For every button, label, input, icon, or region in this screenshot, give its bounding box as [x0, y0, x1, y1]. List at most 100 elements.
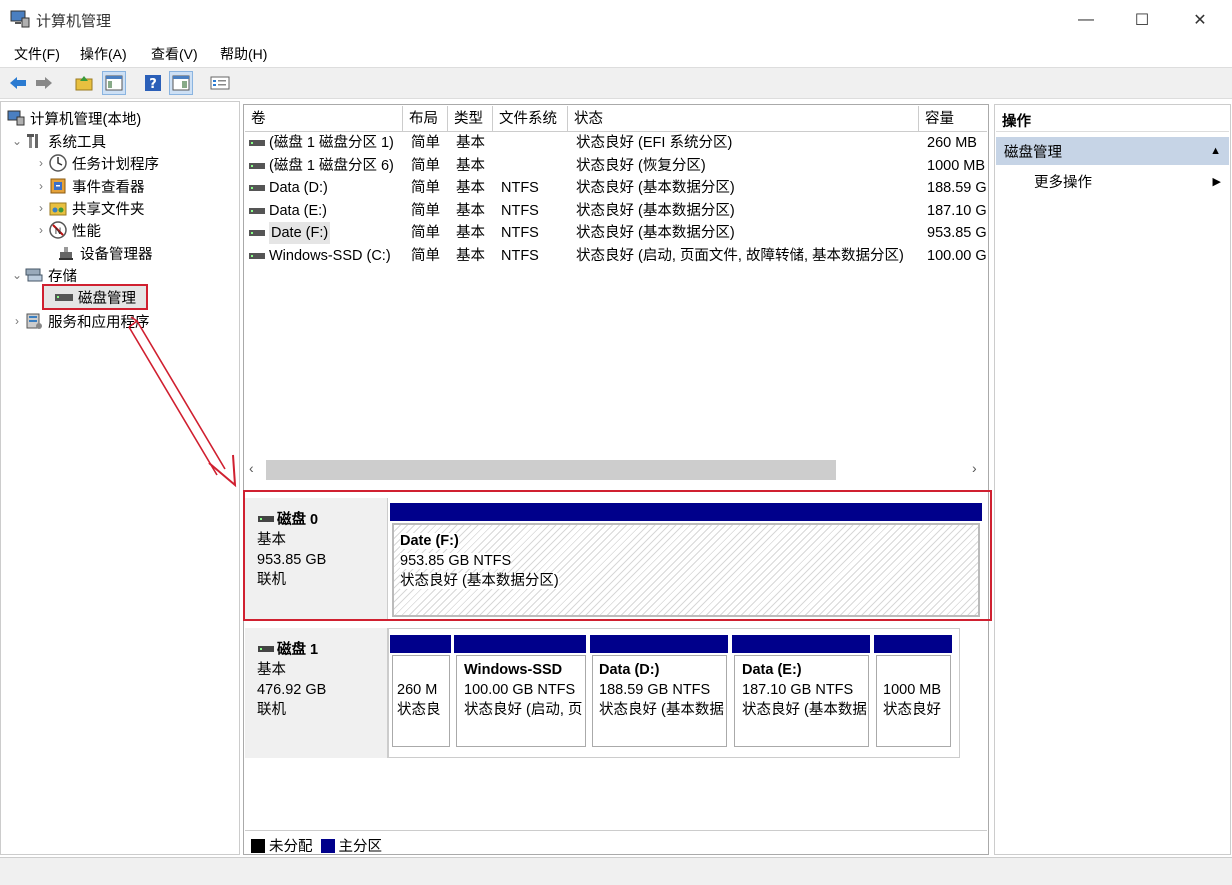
- partition-status: 状态良好 (基本数据: [599, 702, 724, 718]
- volume-row[interactable]: (磁盘 1 磁盘分区 6) 简单 基本 状态良好 (恢复分区) 1000 MB: [245, 155, 987, 178]
- partition-status: 状态良: [397, 702, 441, 718]
- disk-name: 磁盘 1: [277, 642, 319, 658]
- chevron-right-icon[interactable]: ›: [34, 201, 48, 215]
- legend-label-primary: 主分区: [338, 839, 383, 855]
- volume-icon: [249, 200, 269, 222]
- storage-icon: [24, 265, 44, 285]
- minimize-button[interactable]: —: [1058, 0, 1114, 40]
- scroll-right-button[interactable]: ›: [972, 460, 977, 476]
- partition-size: 260 M: [397, 682, 438, 698]
- volume-cell: 状态良好 (基本数据分区): [576, 180, 735, 196]
- chevron-right-icon[interactable]: ›: [34, 179, 48, 193]
- back-button[interactable]: [6, 71, 30, 95]
- volume-row[interactable]: Data (E:) 简单 基本 NTFS 状态良好 (基本数据分区) 187.10 G: [245, 200, 987, 223]
- tree-item-task-scheduler[interactable]: › 任务计划程序: [34, 152, 159, 174]
- partition-recovery[interactable]: 1000 MB 状态良好: [876, 655, 951, 747]
- tree-item-system-tools[interactable]: ⌄ 系统工具: [10, 130, 106, 152]
- tree-label: 性能: [72, 223, 101, 240]
- annotation-arrow: [128, 316, 237, 488]
- show-action-pane-button[interactable]: [169, 71, 193, 95]
- tree-label: 系统工具: [48, 134, 106, 151]
- help-icon: ?: [145, 75, 161, 92]
- column-header-filesystem[interactable]: 文件系统: [493, 106, 568, 132]
- tree-label: 共享文件夹: [72, 201, 145, 218]
- volume-row[interactable]: Data (D:) 简单 基本 NTFS 状态良好 (基本数据分区) 188.59 G: [245, 177, 987, 200]
- partition-size: 187.10 GB NTFS: [742, 682, 854, 698]
- column-header-capacity[interactable]: 容量: [919, 106, 987, 132]
- volume-icon: [249, 155, 269, 177]
- properties-button[interactable]: [208, 71, 232, 95]
- volume-name: Data (D:): [269, 180, 328, 196]
- forward-button[interactable]: [32, 71, 56, 95]
- volume-cell: NTFS: [501, 225, 539, 241]
- arrow-left-icon: [10, 77, 26, 89]
- close-button[interactable]: ✕: [1172, 0, 1228, 40]
- maximize-icon: ☐: [1134, 12, 1150, 29]
- chevron-right-icon[interactable]: ›: [34, 223, 48, 237]
- tree-item-performance[interactable]: › N 性能: [34, 219, 101, 241]
- actions-item-more[interactable]: 更多操作 ▶: [996, 169, 1229, 193]
- chevron-down-icon[interactable]: ⌄: [10, 134, 24, 148]
- column-header-status[interactable]: 状态: [568, 106, 919, 132]
- partition-status: 状态良好 (基本数据: [742, 702, 867, 718]
- column-header-type[interactable]: 类型: [448, 106, 493, 132]
- up-folder-button[interactable]: [72, 71, 96, 95]
- submenu-arrow-icon: ▶: [1212, 175, 1221, 188]
- volume-cell: 基本: [456, 225, 485, 241]
- collapse-icon[interactable]: ▲: [1210, 145, 1221, 157]
- tree-item-device-manager[interactable]: 设备管理器: [48, 242, 153, 264]
- volume-cell: NTFS: [501, 202, 539, 219]
- tree-item-event-viewer[interactable]: › 事件查看器: [34, 175, 145, 197]
- clock-icon: [48, 153, 68, 173]
- help-button[interactable]: ?: [141, 71, 165, 95]
- partition-data-e[interactable]: Data (E:) 187.10 GB NTFS 状态良好 (基本数据: [734, 655, 869, 747]
- partition-data-d[interactable]: Data (D:) 188.59 GB NTFS 状态良好 (基本数据: [592, 655, 727, 747]
- volume-name: (磁盘 1 磁盘分区 1): [269, 135, 394, 151]
- menu-file[interactable]: 文件(F): [14, 44, 60, 64]
- computer-management-icon: [10, 10, 30, 28]
- chevron-down-icon[interactable]: ⌄: [10, 268, 24, 282]
- volume-row[interactable]: (磁盘 1 磁盘分区 1) 简单 基本 状态良好 (EFI 系统分区) 260 MB: [245, 132, 987, 155]
- maximize-button[interactable]: ☐: [1114, 0, 1170, 40]
- arrow-right-icon: [36, 77, 52, 89]
- svg-text:?: ?: [149, 77, 157, 92]
- column-header-layout[interactable]: 布局: [403, 106, 448, 132]
- status-bar: [0, 857, 1232, 885]
- show-tree-button[interactable]: [102, 71, 126, 95]
- action-pane-icon: [172, 75, 190, 91]
- partition-efi[interactable]: 260 M 状态良: [392, 655, 450, 747]
- column-header-volume[interactable]: 卷: [245, 106, 403, 132]
- menu-help[interactable]: 帮助(H): [220, 44, 267, 64]
- actions-section-disk-management[interactable]: 磁盘管理 ▲: [996, 137, 1229, 165]
- volume-row[interactable]: Windows-SSD (C:) 简单 基本 NTFS 状态良好 (启动, 页面文件, …: [245, 245, 987, 268]
- volume-icon: [249, 222, 269, 244]
- device-manager-icon: [56, 243, 76, 263]
- chevron-right-icon[interactable]: ›: [10, 314, 24, 328]
- volume-cell: 基本: [456, 157, 485, 174]
- menu-view[interactable]: 查看(V): [151, 44, 198, 64]
- scroll-left-button[interactable]: ‹: [249, 460, 254, 476]
- tree-item-storage[interactable]: ⌄ 存储: [10, 264, 77, 286]
- services-icon: [24, 311, 44, 331]
- volume-cell: 187.10 G: [927, 202, 987, 219]
- chevron-right-icon[interactable]: ›: [34, 156, 48, 170]
- menu-action[interactable]: 操作(A): [80, 44, 127, 64]
- partition-bar: [454, 635, 586, 653]
- volume-name: Data (E:): [269, 202, 328, 219]
- volume-cell: 状态良好 (基本数据分区): [576, 202, 735, 219]
- volume-list: (磁盘 1 磁盘分区 1) 简单 基本 状态良好 (EFI 系统分区) 260 MB (磁…: [245, 132, 987, 267]
- disk-1-label[interactable]: 磁盘 1 基本 476.92 GB 联机: [245, 628, 388, 758]
- volume-row[interactable]: Date (F:) 简单 基本 NTFS 状态良好 (基本数据分区) 953.85 G: [245, 222, 987, 245]
- volume-cell: 状态良好 (恢复分区): [576, 157, 706, 174]
- tree-root[interactable]: 计算机管理(本地): [6, 107, 141, 129]
- disk-type: 基本: [257, 662, 286, 678]
- scrollbar-thumb[interactable]: [266, 460, 836, 480]
- minimize-icon: —: [1078, 11, 1094, 28]
- partition-windows-ssd[interactable]: Windows-SSD 100.00 GB NTFS 状态良好 (启动, 页: [456, 655, 586, 747]
- volume-cell: 基本: [456, 202, 485, 219]
- partition-bar: [874, 635, 952, 653]
- disk-drive-icon: [257, 640, 277, 660]
- partition-size: 188.59 GB NTFS: [599, 682, 711, 698]
- tree-item-shared-folders[interactable]: › 共享文件夹: [34, 197, 145, 219]
- properties-icon: [210, 76, 230, 90]
